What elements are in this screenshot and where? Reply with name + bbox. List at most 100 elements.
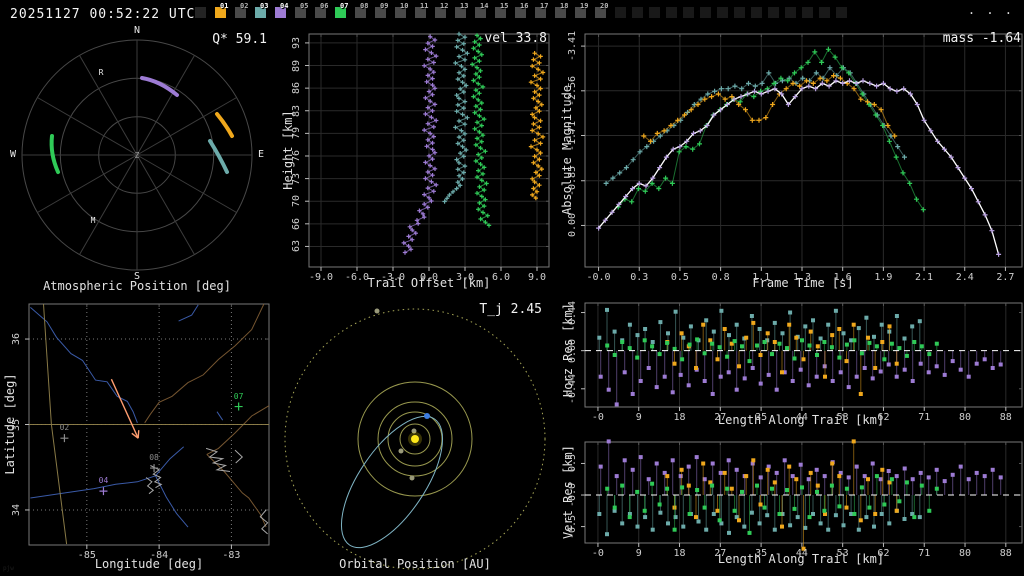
frame-chip-number: 11 — [420, 2, 429, 10]
tick-label: 83 — [291, 104, 302, 117]
tick-label: 62 — [877, 412, 890, 423]
meteor-analysis-app: 20251127 00:52:22 UTC 01 02 03 04 05 06 07 08 09… — [0, 0, 1024, 576]
tick-label: 1.3 — [792, 272, 812, 283]
tick-label: 9.0 — [527, 272, 547, 283]
frame-chip-number: 16 — [520, 2, 529, 10]
tick-label: 35 — [11, 418, 22, 431]
frame-chip[interactable] — [195, 7, 206, 18]
tick-label: 93 — [291, 36, 302, 49]
tick-label: 1.9 — [874, 272, 893, 283]
frame-chip-number: 14 — [480, 2, 489, 10]
tick-label: -3.0 — [380, 272, 406, 283]
frame-chip[interactable] — [666, 7, 677, 18]
tick-label: -0.0 — [586, 272, 611, 283]
tick-label: 9 — [635, 548, 642, 559]
frame-chip[interactable] — [632, 7, 643, 18]
tick-label: -0 — [591, 412, 604, 423]
watermark: pjw — [3, 565, 14, 572]
tick-label: 9 — [635, 412, 642, 423]
q-star-stat: Q* 59.1 — [212, 32, 267, 47]
map-xlabel: Longitude [deg] — [94, 557, 204, 571]
frame-chip-number: 19 — [580, 2, 589, 10]
frame-chip[interactable] — [734, 7, 745, 18]
tick-label: 80 — [958, 548, 972, 559]
tick-label: 63 — [291, 240, 302, 253]
tick-label: -0.44 — [567, 373, 578, 404]
tick-label: 6.0 — [491, 272, 511, 283]
frame-chip-number: 09 — [380, 2, 389, 10]
timestamp: 20251127 00:52:22 UTC — [10, 7, 196, 22]
frame-chip[interactable] — [700, 7, 711, 18]
tick-label: -9.0 — [308, 272, 334, 283]
tick-label: 0.5 — [670, 272, 689, 283]
tick-label: -0 — [591, 548, 604, 559]
tick-label: 27 — [714, 548, 727, 559]
compass-label: W — [9, 149, 17, 160]
tick-label: 2.1 — [915, 272, 934, 283]
frame-chip[interactable] — [819, 7, 830, 18]
tick-label: 62 — [877, 548, 890, 559]
frame-chip-number: 01 — [220, 2, 229, 10]
frame-chip-number: 05 — [300, 2, 309, 10]
frame-chip-number: 04 — [280, 2, 289, 10]
tick-label: -6.0 — [344, 272, 370, 283]
frame-chip-number: 10 — [400, 2, 409, 10]
frame-chip[interactable] — [615, 7, 626, 18]
tick-label: -83 — [222, 550, 241, 561]
frame-chip[interactable] — [785, 7, 796, 18]
compass-label: N — [133, 25, 141, 36]
tick-label: -2.56 — [567, 75, 578, 106]
tick-label: -0.0 — [567, 482, 578, 508]
tick-label: 36 — [11, 333, 22, 346]
tick-label: -85 — [77, 550, 96, 561]
frame-chip-number: 03 — [260, 2, 269, 10]
tick-label: 53 — [836, 548, 849, 559]
tick-label: 18 — [673, 412, 686, 423]
tick-label: 2.7 — [996, 272, 1015, 283]
mass-stat: mass -1.64 — [942, 31, 1021, 46]
tick-label: 0.3 — [630, 272, 649, 283]
tick-label: 27 — [714, 412, 727, 423]
tick-label: 35 — [755, 548, 768, 559]
frame-chip[interactable] — [717, 7, 728, 18]
tick-label: 53 — [836, 412, 849, 423]
tick-label: 71 — [918, 412, 931, 423]
tick-label: -84 — [150, 550, 169, 561]
compass-label: S — [133, 271, 141, 282]
frame-chip-number: 12 — [440, 2, 449, 10]
tick-label: -1.71 — [567, 120, 578, 151]
frame-chip[interactable] — [802, 7, 813, 18]
frame-chip-number: 18 — [560, 2, 569, 10]
frame-chip[interactable] — [768, 7, 779, 18]
tick-label: 89 — [291, 59, 302, 72]
frame-chip[interactable] — [649, 7, 660, 18]
frame-chip-number: 13 — [460, 2, 469, 10]
tick-label: 1.1 — [752, 272, 771, 283]
frame-chip-number: 07 — [340, 2, 349, 10]
tick-label: 44 — [795, 548, 808, 559]
frame-chip[interactable] — [683, 7, 694, 18]
frame-chip-number: 06 — [320, 2, 329, 10]
overflow-menu[interactable]: . . . — [968, 4, 1014, 16]
tick-label: 34 — [11, 503, 22, 516]
tick-label: 88 — [999, 548, 1012, 559]
tick-label: -0.85 — [567, 165, 578, 196]
frame-chip-number: 02 — [240, 2, 249, 10]
tick-label: 3.0 — [455, 272, 475, 283]
tick-label: 1.6 — [833, 272, 852, 283]
tick-label: -0.5 — [567, 514, 578, 539]
tick-label: -3.41 — [567, 31, 578, 62]
frame-chip[interactable] — [836, 7, 847, 18]
tick-label: 44 — [795, 412, 808, 423]
tick-label: 0.00 — [567, 213, 578, 238]
tick-label: 0.8 — [711, 272, 730, 283]
map-station-label: 04 — [98, 476, 109, 486]
frame-chip[interactable] — [751, 7, 762, 18]
tick-label: 70 — [291, 195, 302, 208]
tick-label: 86 — [291, 82, 302, 95]
map-station-label: 02 — [59, 423, 70, 433]
tick-label: 0.44 — [567, 300, 578, 325]
map-station-label: 08 — [149, 453, 159, 463]
velocity-stat: vel 33.8 — [484, 31, 547, 46]
tick-label: 0.0 — [419, 272, 439, 283]
